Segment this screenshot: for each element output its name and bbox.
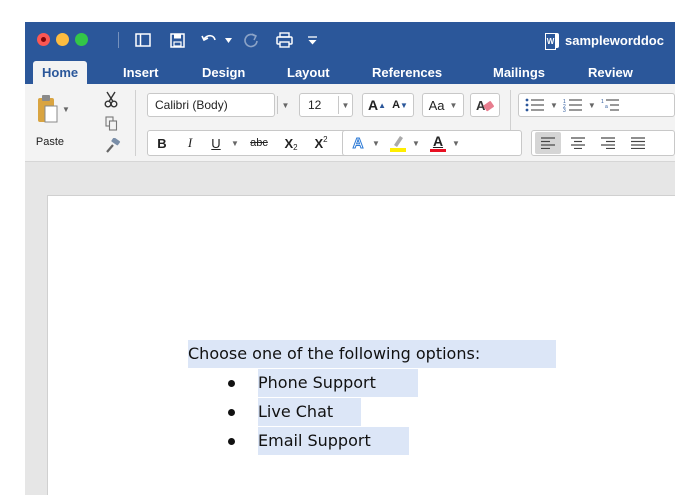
align-right-icon [601,137,615,149]
subscript-button[interactable]: X 2 [278,132,304,154]
font-size-dropdown-icon[interactable]: ▼ [338,96,352,114]
list-item-text: Live Chat [258,402,334,421]
title-bar: sampleworddoc [25,22,675,58]
svg-text:3: 3 [563,108,566,112]
justify-icon [631,137,645,149]
home-ribbon: ▼ Paste Calibri (Body) ▼ 12 ▼ A ▲ A ▼ Aa [25,84,675,162]
title-bar-divider [118,32,119,48]
document-page[interactable]: Choose one of the following options: Pho… [47,195,675,495]
font-name-select[interactable]: Calibri (Body) [147,93,275,117]
zoom-window-button[interactable] [75,33,88,46]
tab-review[interactable]: Review [588,61,633,84]
align-right-button[interactable] [595,132,621,154]
document-title: sampleworddoc [545,31,664,50]
list-item-live-chat[interactable]: Live Chat [258,398,361,426]
change-case-button[interactable]: Aa ▼ [422,93,464,117]
list-buttons-group: ▼ 123 ▼ 1a [518,93,675,117]
font-name-dropdown-icon[interactable]: ▼ [277,96,293,114]
bold-button[interactable]: B [151,132,173,154]
grow-arrow-icon: ▲ [378,100,387,110]
grow-shrink-group: A ▲ A ▼ [362,93,414,117]
text-effects-button[interactable]: A [345,132,371,154]
align-left-button[interactable] [535,132,561,154]
cut-icon[interactable] [102,90,120,108]
superscript-mark: 2 [323,134,328,144]
close-window-button[interactable] [37,33,50,46]
svg-text:a: a [605,104,608,110]
subscript-label: X [284,135,294,151]
font-color-letter: A [432,133,444,149]
bullets-dropdown-icon[interactable]: ▼ [550,101,558,110]
svg-text:1: 1 [601,99,604,105]
tab-design[interactable]: Design [202,61,245,84]
shrink-font-button[interactable]: A [392,99,400,111]
multilevel-list-icon[interactable]: 1a [601,98,619,112]
highlighter-icon [390,136,406,152]
clear-formatting-icon: A [476,98,494,113]
align-center-button[interactable] [565,132,591,154]
print-icon[interactable] [273,30,295,50]
bullet-marker [228,409,235,416]
customize-toolbar-icon[interactable] [305,30,319,50]
numbering-icon[interactable]: 123 [563,98,583,112]
grow-font-button[interactable]: A [368,97,378,113]
redo-icon[interactable] [241,30,261,50]
undo-icon[interactable] [199,30,221,50]
sidebar-toggle-icon[interactable] [133,30,153,50]
shrink-arrow-icon: ▼ [400,100,408,110]
align-left-icon [541,137,555,149]
tab-layout[interactable]: Layout [287,61,330,84]
font-size-value: 12 [308,98,322,112]
clipboard-divider [135,90,136,156]
italic-button[interactable]: I [179,132,201,154]
bullet-marker [228,438,235,445]
save-icon[interactable] [167,30,187,50]
strikethrough-button[interactable]: abc [244,132,274,154]
word-window: sampleworddoc Home Insert Design Layout … [0,0,675,495]
text-effects-icon: A [352,134,364,152]
underline-button[interactable]: U [205,132,227,154]
document-title-text: sampleworddoc [565,32,664,48]
superscript-label: X [314,135,324,151]
paste-dropdown-icon[interactable]: ▼ [61,104,71,114]
font-color-dropdown-icon[interactable]: ▼ [451,132,461,154]
intro-text: Choose one of the following options: [188,344,481,363]
undo-dropdown-icon[interactable] [223,30,233,50]
tab-mailings[interactable]: Mailings [493,61,545,84]
paste-icon[interactable] [35,92,59,126]
copy-icon[interactable] [102,114,120,132]
list-item-text: Email Support [258,431,371,450]
text-effects-dropdown-icon[interactable]: ▼ [371,132,381,154]
align-center-icon [571,137,585,149]
change-case-label: Aa [428,97,445,113]
list-item-phone-support[interactable]: Phone Support [258,369,418,397]
clear-formatting-button[interactable]: A [470,93,500,117]
underline-dropdown-icon[interactable]: ▼ [229,132,241,154]
highlight-button[interactable] [385,132,411,154]
font-color-swatch [430,149,446,152]
intro-line[interactable]: Choose one of the following options: [188,340,556,368]
word-doc-icon [545,32,559,50]
minimize-window-button[interactable] [56,33,69,46]
list-item-email-support[interactable]: Email Support [258,427,409,455]
font-name-value: Calibri (Body) [155,98,228,112]
superscript-button[interactable]: X 2 [308,132,334,154]
list-item-text: Phone Support [258,373,376,392]
paste-label: Paste [35,136,65,148]
tab-references[interactable]: References [372,61,442,84]
tab-insert[interactable]: Insert [123,61,158,84]
font-color-button[interactable]: A [425,132,451,154]
change-case-dropdown-icon: ▼ [449,100,458,110]
bullets-icon[interactable] [525,98,545,112]
ribbon-tab-bar: Home Insert Design Layout References Mai… [25,58,675,84]
highlight-dropdown-icon[interactable]: ▼ [411,132,421,154]
bullet-marker [228,380,235,387]
tab-home[interactable]: Home [33,61,88,84]
subscript-mark: 2 [293,142,298,152]
numbering-dropdown-icon[interactable]: ▼ [588,101,596,110]
justify-button[interactable] [625,132,651,154]
format-painter-icon[interactable] [102,137,122,155]
